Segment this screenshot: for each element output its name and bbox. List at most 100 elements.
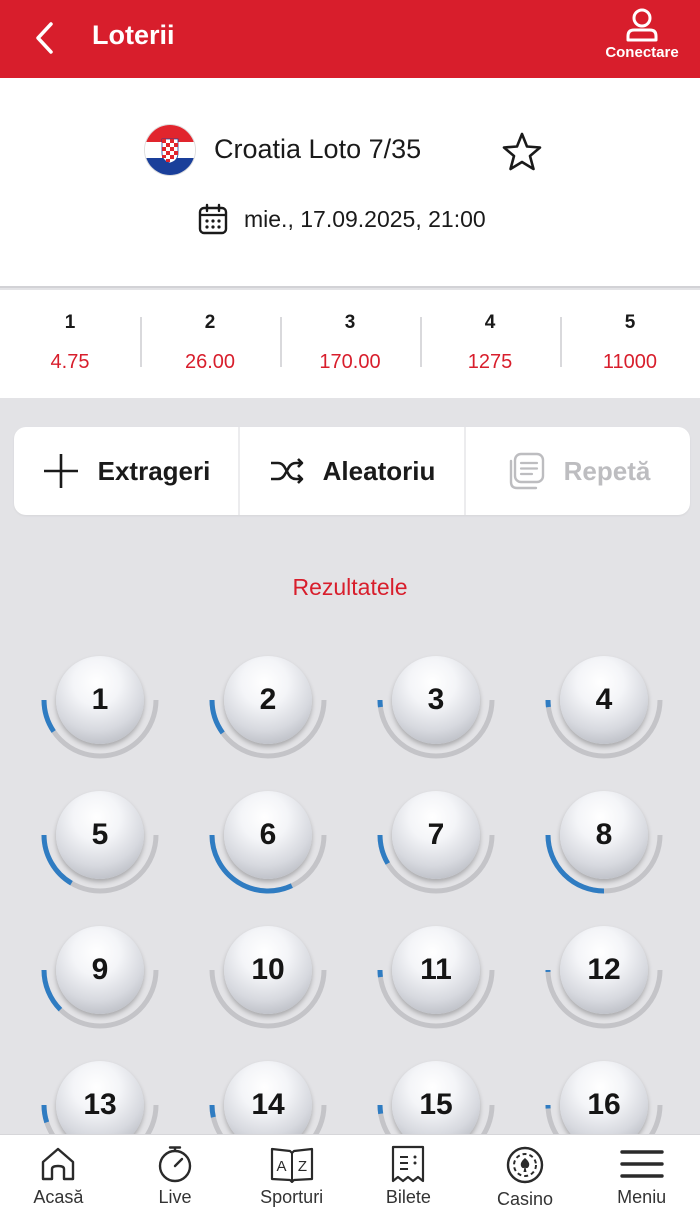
lottery-ball[interactable]: 13 bbox=[40, 1053, 160, 1140]
ball-grid: 1 2 3 4 5 6 7 8 9 10 11 12 13 14 15 16 bbox=[0, 640, 700, 1140]
lottery-ball[interactable]: 7 bbox=[376, 783, 496, 903]
menu-icon bbox=[619, 1150, 664, 1178]
top-bar: Loterii Conectare bbox=[0, 0, 700, 78]
nav-label: Live bbox=[158, 1187, 192, 1207]
nav-menu[interactable]: Meniu bbox=[583, 1135, 700, 1220]
odd-hits: 3 bbox=[344, 312, 356, 333]
lottery-ball[interactable]: 15 bbox=[376, 1053, 496, 1140]
lottery-ball[interactable]: 11 bbox=[376, 918, 496, 1038]
results-title: Rezultatele bbox=[292, 574, 408, 600]
page-title: Loterii bbox=[92, 20, 175, 50]
lottery-ball[interactable]: 16 bbox=[544, 1053, 664, 1140]
back-button[interactable] bbox=[26, 18, 62, 58]
casino-chip-icon bbox=[506, 1146, 544, 1184]
ball-number: 3 bbox=[392, 656, 480, 744]
star-icon bbox=[502, 132, 542, 171]
nav-label: Casino bbox=[497, 1189, 554, 1209]
nav-home[interactable]: Acasă bbox=[0, 1135, 117, 1220]
lottery-ball[interactable]: 4 bbox=[544, 648, 664, 768]
odd-value: 11000 bbox=[602, 351, 658, 373]
odd-hits: 2 bbox=[204, 312, 216, 333]
login-label: Conectare bbox=[605, 44, 679, 61]
ball-number: 1 bbox=[56, 656, 144, 744]
odd-hits: 1 bbox=[64, 312, 76, 333]
ball-number: 7 bbox=[392, 791, 480, 879]
odd-value: 170.00 bbox=[319, 351, 381, 373]
draws-button[interactable]: Extrageri bbox=[14, 427, 238, 515]
odd-item[interactable]: 2 26.00 bbox=[140, 290, 280, 398]
ball-number: 9 bbox=[56, 926, 144, 1014]
lottery-ball[interactable]: 6 bbox=[208, 783, 328, 903]
ring-fill bbox=[377, 1104, 384, 1115]
ring-fill bbox=[41, 1104, 50, 1124]
plus-icon bbox=[43, 454, 78, 488]
random-button[interactable]: Aleatoriu bbox=[238, 427, 464, 515]
lottery-ball[interactable]: 1 bbox=[40, 648, 160, 768]
ticket-icon bbox=[392, 1145, 425, 1183]
event-date-row: mie., 17.09.2025, 21:00 bbox=[198, 203, 486, 235]
ball-number: 5 bbox=[56, 791, 144, 879]
ball-number: 13 bbox=[56, 1061, 144, 1140]
login-button[interactable]: Conectare bbox=[598, 6, 686, 70]
odd-value: 26.00 bbox=[184, 351, 236, 373]
nav-label: Acasă bbox=[33, 1187, 84, 1207]
repeat-ticket-icon bbox=[509, 452, 544, 490]
ball-number: 11 bbox=[392, 926, 480, 1014]
ball-number: 15 bbox=[392, 1061, 480, 1140]
ball-number: 14 bbox=[224, 1061, 312, 1140]
croatia-flag-icon bbox=[145, 125, 195, 175]
odd-value: 4.75 bbox=[50, 351, 90, 373]
user-icon bbox=[626, 8, 658, 42]
odd-item[interactable]: 1 4.75 bbox=[0, 290, 140, 398]
repeat-label: Repetă bbox=[563, 455, 651, 486]
lottery-ball[interactable]: 5 bbox=[40, 783, 160, 903]
nav-sports[interactable]: AZ Sporturi bbox=[233, 1135, 350, 1220]
ball-number: 8 bbox=[560, 791, 648, 879]
odd-item[interactable]: 3 170.00 bbox=[280, 290, 420, 398]
shuffle-icon bbox=[270, 458, 303, 484]
ball-number: 10 bbox=[224, 926, 312, 1014]
nav-label: Bilete bbox=[385, 1187, 431, 1207]
lottery-ball[interactable]: 3 bbox=[376, 648, 496, 768]
bottom-nav: Acasă Live AZ Sporturi Bilete Casino Men… bbox=[0, 1134, 700, 1220]
ring-fill bbox=[377, 834, 391, 865]
draws-label: Extrageri bbox=[97, 455, 211, 486]
random-label: Aleatoriu bbox=[322, 455, 436, 486]
ball-number: 6 bbox=[224, 791, 312, 879]
nav-casino[interactable]: Casino bbox=[467, 1135, 584, 1220]
odd-item[interactable]: 5 11000 bbox=[560, 290, 700, 398]
ball-number: 16 bbox=[560, 1061, 648, 1140]
lottery-ball[interactable]: 14 bbox=[208, 1053, 328, 1140]
odd-hits: 4 bbox=[484, 312, 496, 333]
event-name: Croatia Loto 7/35 bbox=[214, 134, 422, 164]
ring-fill bbox=[209, 1104, 216, 1118]
lottery-ball[interactable]: 12 bbox=[544, 918, 664, 1038]
lottery-ball[interactable]: 9 bbox=[40, 918, 160, 1038]
repeat-button[interactable]: Repetă bbox=[464, 427, 690, 515]
favorite-button[interactable] bbox=[500, 130, 544, 174]
odd-value: 1275 bbox=[467, 351, 513, 373]
svg-text:A: A bbox=[276, 1158, 286, 1175]
nav-live[interactable]: Live bbox=[117, 1135, 234, 1220]
event-datetime: mie., 17.09.2025, 21:00 bbox=[244, 205, 486, 232]
home-icon bbox=[42, 1147, 75, 1181]
action-bar: Extrageri Aleatoriu Repetă bbox=[14, 427, 690, 515]
event-info: Croatia Loto 7/35 mie., 17.09.2025, 21:0… bbox=[0, 78, 700, 288]
odds-row: 1 4.75 2 26.00 3 170.00 4 1275 5 11000 bbox=[0, 290, 700, 398]
ball-number: 2 bbox=[224, 656, 312, 744]
odd-hits: 5 bbox=[624, 312, 636, 333]
nav-label: Sporturi bbox=[260, 1187, 324, 1207]
calendar-icon bbox=[198, 203, 228, 235]
book-az-icon: AZ bbox=[270, 1147, 313, 1183]
lottery-ball[interactable]: 2 bbox=[208, 648, 328, 768]
stopwatch-icon bbox=[158, 1146, 192, 1183]
lottery-ball[interactable]: 8 bbox=[544, 783, 664, 903]
ball-number: 4 bbox=[560, 656, 648, 744]
odd-item[interactable]: 4 1275 bbox=[420, 290, 560, 398]
chevron-left-icon bbox=[36, 22, 53, 54]
nav-tickets[interactable]: Bilete bbox=[350, 1135, 467, 1220]
lottery-ball[interactable]: 10 bbox=[208, 918, 328, 1038]
ring-fill bbox=[209, 699, 225, 735]
ball-number: 12 bbox=[560, 926, 648, 1014]
svg-text:Z: Z bbox=[298, 1158, 307, 1175]
